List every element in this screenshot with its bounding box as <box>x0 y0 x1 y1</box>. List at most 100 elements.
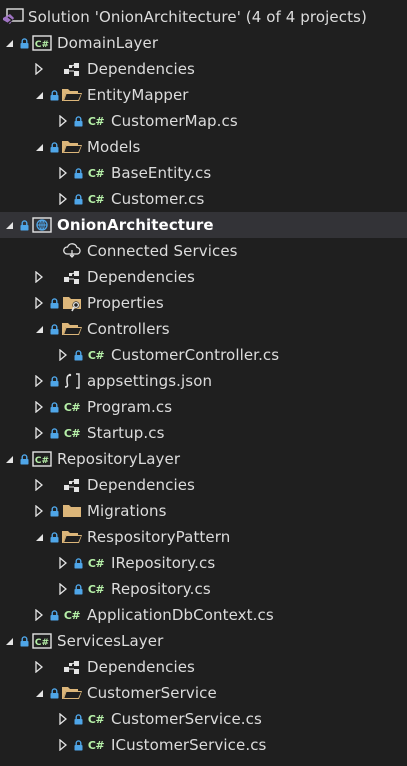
tree-item-customerservice-cs[interactable]: C# CustomerService.cs <box>0 706 407 732</box>
tree-item-label: BaseEntity.cs <box>111 164 212 182</box>
tree-item-properties[interactable]: Properties <box>0 290 407 316</box>
collapsed-chevron-icon[interactable] <box>56 342 70 368</box>
collapsed-chevron-icon[interactable] <box>32 290 46 316</box>
lock-icon <box>72 557 84 569</box>
tree-item-solution-onionarchitecture-4-of-4-projects[interactable]: Solution 'OnionArchitecture' (4 of 4 pro… <box>0 4 407 30</box>
tree-item-connected-services[interactable]: Connected Services <box>0 238 407 264</box>
tree-item-dependencies[interactable]: Dependencies <box>0 654 407 680</box>
csharp-file-icon: C# <box>87 166 105 180</box>
tree-item-respositorypattern[interactable]: RespositoryPattern <box>0 524 407 550</box>
tree-item-customerservice[interactable]: CustomerService <box>0 680 407 706</box>
collapsed-chevron-icon[interactable] <box>32 394 46 420</box>
tree-item-label: CustomerService <box>87 684 217 702</box>
expanded-chevron-icon[interactable] <box>32 82 46 108</box>
lock-icon <box>18 37 30 49</box>
lock-icon <box>72 739 84 751</box>
tree-item-label: Controllers <box>87 320 170 338</box>
collapsed-chevron-icon[interactable] <box>32 654 46 680</box>
tree-item-applicationdbcontext-cs[interactable]: C# ApplicationDbContext.cs <box>0 602 407 628</box>
tree-item-repository-cs[interactable]: C# Repository.cs <box>0 576 407 602</box>
tree-item-label: appsettings.json <box>87 372 213 390</box>
expanded-chevron-icon[interactable] <box>32 316 46 342</box>
collapsed-chevron-icon[interactable] <box>56 550 70 576</box>
tree-item-label: IRepository.cs <box>111 554 216 572</box>
collapsed-chevron-icon[interactable] <box>56 108 70 134</box>
collapsed-chevron-icon[interactable] <box>56 732 70 758</box>
lock-icon <box>48 531 60 543</box>
expanded-chevron-icon[interactable] <box>2 212 16 238</box>
connected-services-icon <box>61 242 83 260</box>
tree-item-label: Dependencies <box>87 476 195 494</box>
tree-item-customermap-cs[interactable]: C# CustomerMap.cs <box>0 108 407 134</box>
tree-item-label: Dependencies <box>87 268 195 286</box>
expanded-chevron-icon[interactable] <box>2 628 16 654</box>
folder-open-icon <box>61 528 83 546</box>
lock-icon <box>48 687 60 699</box>
collapsed-chevron-icon[interactable] <box>32 368 46 394</box>
lock-icon <box>72 115 84 127</box>
tree-item-label: Solution 'OnionArchitecture' (4 of 4 pro… <box>28 8 367 26</box>
expanded-chevron-icon[interactable] <box>2 446 16 472</box>
tree-item-label: EntityMapper <box>87 86 189 104</box>
lock-icon <box>72 583 84 595</box>
tree-item-label: Dependencies <box>87 658 195 676</box>
svg-text:C#: C# <box>35 638 49 648</box>
tree-item-entitymapper[interactable]: EntityMapper <box>0 82 407 108</box>
lock-icon <box>48 323 60 335</box>
csharp-file-icon: C# <box>63 608 81 622</box>
tree-item-irepository-cs[interactable]: C# IRepository.cs <box>0 550 407 576</box>
tree-item-models[interactable]: Models <box>0 134 407 160</box>
tree-item-label: RespositoryPattern <box>87 528 231 546</box>
tree-item-label: Program.cs <box>87 398 173 416</box>
lock-icon <box>48 609 60 621</box>
csharp-file-icon: C# <box>87 738 105 752</box>
expanded-chevron-icon[interactable] <box>32 524 46 550</box>
tree-item-label: DomainLayer <box>57 34 159 52</box>
collapsed-chevron-icon[interactable] <box>32 498 46 524</box>
tree-item-migrations[interactable]: Migrations <box>0 498 407 524</box>
tree-item-label: Customer.cs <box>111 190 205 208</box>
tree-item-onionarchitecture[interactable]: OnionArchitecture <box>0 212 407 238</box>
lock-icon <box>72 349 84 361</box>
tree-item-dependencies[interactable]: Dependencies <box>0 472 407 498</box>
tree-item-dependencies[interactable]: Dependencies <box>0 56 407 82</box>
tree-item-domainlayer[interactable]: C# DomainLayer <box>0 30 407 56</box>
collapsed-chevron-icon[interactable] <box>32 264 46 290</box>
collapsed-chevron-icon[interactable] <box>32 56 46 82</box>
tree-item-appsettings-json[interactable]: appsettings.json <box>0 368 407 394</box>
tree-item-label: CustomerService.cs <box>111 710 262 728</box>
lock-icon <box>72 713 84 725</box>
tree-item-program-cs[interactable]: C# Program.cs <box>0 394 407 420</box>
tree-item-customer-cs[interactable]: C# Customer.cs <box>0 186 407 212</box>
collapsed-chevron-icon[interactable] <box>56 576 70 602</box>
tree-item-label: Migrations <box>87 502 167 520</box>
tree-item-controllers[interactable]: Controllers <box>0 316 407 342</box>
expanded-chevron-icon[interactable] <box>32 134 46 160</box>
folder-icon <box>61 502 83 520</box>
collapsed-chevron-icon[interactable] <box>56 706 70 732</box>
tree-item-icustomerservice-cs[interactable]: C# ICustomerService.cs <box>0 732 407 758</box>
tree-item-label: CustomerController.cs <box>111 346 280 364</box>
collapsed-chevron-icon[interactable] <box>32 420 46 446</box>
collapsed-chevron-icon[interactable] <box>32 602 46 628</box>
lock-icon <box>48 401 60 413</box>
csharp-file-icon: C# <box>87 582 105 596</box>
expanded-chevron-icon[interactable] <box>2 30 16 56</box>
tree-item-label: Startup.cs <box>87 424 165 442</box>
csharp-project-icon: C# <box>31 34 53 52</box>
collapsed-chevron-icon[interactable] <box>56 186 70 212</box>
tree-item-dependencies[interactable]: Dependencies <box>0 264 407 290</box>
tree-item-label: ServicesLayer <box>57 632 164 650</box>
csharp-file-icon: C# <box>87 114 105 128</box>
csharp-file-icon: C# <box>87 712 105 726</box>
tree-item-baseentity-cs[interactable]: C# BaseEntity.cs <box>0 160 407 186</box>
tree-item-repositorylayer[interactable]: C# RepositoryLayer <box>0 446 407 472</box>
lock-icon <box>48 427 60 439</box>
expanded-chevron-icon[interactable] <box>32 680 46 706</box>
collapsed-chevron-icon[interactable] <box>32 472 46 498</box>
tree-item-serviceslayer[interactable]: C# ServicesLayer <box>0 628 407 654</box>
tree-item-customercontroller-cs[interactable]: C# CustomerController.cs <box>0 342 407 368</box>
lock-icon <box>18 635 30 647</box>
tree-item-startup-cs[interactable]: C# Startup.cs <box>0 420 407 446</box>
collapsed-chevron-icon[interactable] <box>56 160 70 186</box>
